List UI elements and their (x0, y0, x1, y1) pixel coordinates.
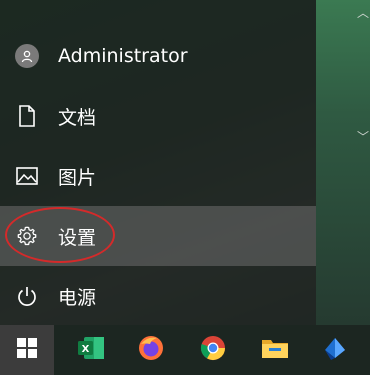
documents-label: 文档 (58, 106, 97, 129)
excel-icon: X (76, 335, 106, 365)
documents-item[interactable]: 文档 (0, 86, 316, 146)
red-circle-annotation (5, 207, 115, 263)
chevron-up-icon[interactable]: ︿ (357, 4, 369, 21)
user-avatar-icon (10, 39, 44, 73)
pictures-icon (10, 159, 44, 193)
power-icon (10, 279, 44, 313)
windows-logo-icon (16, 337, 38, 363)
firefox-icon (137, 334, 165, 366)
taskbar: X (0, 325, 370, 375)
pictures-item[interactable]: 图片 (0, 146, 316, 206)
blue-app-icon (321, 334, 349, 366)
firefox-taskbar-button[interactable] (124, 325, 178, 375)
chevron-down-icon[interactable]: ﹀ (357, 128, 369, 145)
chrome-icon (199, 334, 227, 366)
chrome-taskbar-button[interactable] (186, 325, 240, 375)
pictures-label: 图片 (58, 166, 97, 189)
user-name-label: Administrator (58, 45, 188, 67)
user-account-item[interactable]: Administrator (0, 26, 316, 86)
tile-area-background (316, 0, 370, 325)
excel-taskbar-button[interactable]: X (64, 325, 118, 375)
file-explorer-taskbar-button[interactable] (248, 325, 302, 375)
power-label: 电源 (58, 286, 97, 309)
blue-app-taskbar-button[interactable] (308, 325, 362, 375)
power-item[interactable]: 电源 (0, 266, 316, 326)
document-icon (10, 99, 44, 133)
start-menu-left-pane: Administrator 文档 图片 设置 电源 (0, 0, 316, 325)
svg-text:X: X (82, 344, 90, 355)
start-button[interactable] (0, 325, 54, 375)
folder-icon (260, 335, 290, 365)
